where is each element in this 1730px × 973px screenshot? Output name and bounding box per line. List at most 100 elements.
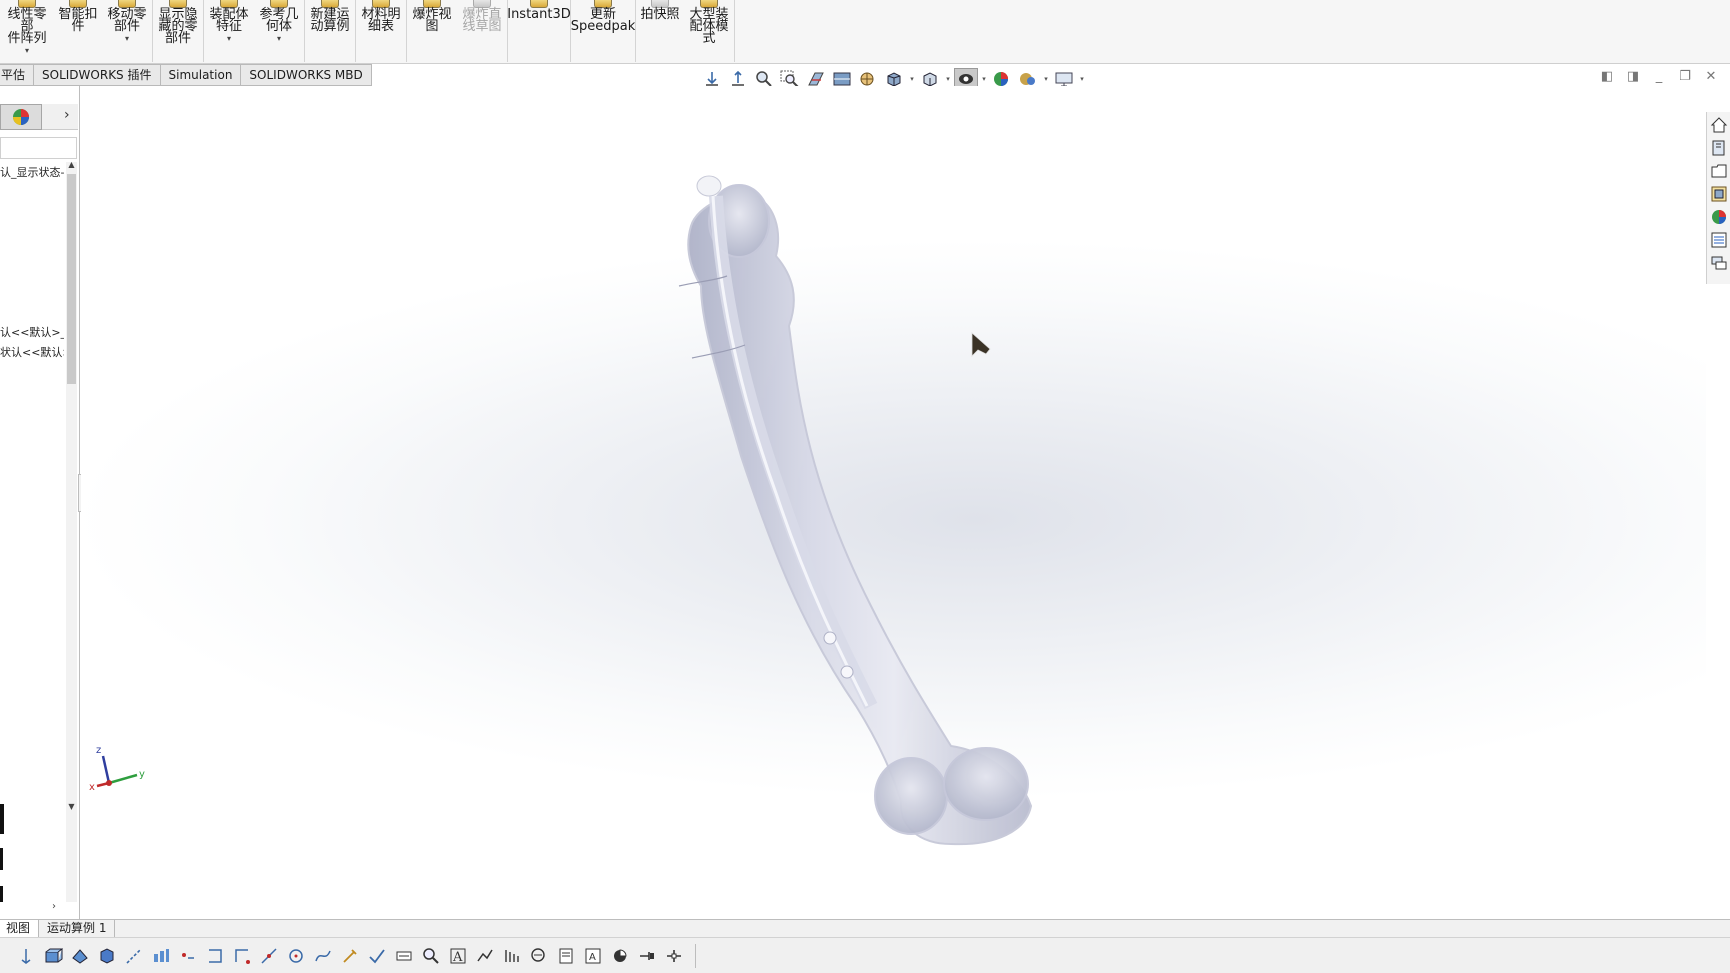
instant3d-button[interactable]: Instant3D <box>507 0 571 62</box>
view-settings-caret[interactable]: ▾ <box>1078 75 1086 83</box>
measure-tool-icon[interactable] <box>527 944 551 968</box>
tab-model-view[interactable]: 视图 <box>0 920 40 937</box>
bill-of-materials-button[interactable]: 材料明 细表 <box>356 0 406 62</box>
panel-edge-mark <box>0 886 3 902</box>
bottom-tabs: 视图 运动算例 1 <box>0 919 1730 937</box>
explode-line-sketch-button[interactable]: 爆炸直 线草图 <box>457 0 507 62</box>
hide-show-caret[interactable]: ▾ <box>944 75 952 83</box>
tab-simulation[interactable]: Simulation <box>160 64 242 86</box>
axis-y-label: y <box>139 769 145 780</box>
boss-extrude-icon[interactable] <box>41 944 65 968</box>
display-state-item[interactable]: 认_显示状态- <box>0 164 64 180</box>
command-manager-tabs: 平估 SOLIDWORKS 插件 Simulation SOLIDWORKS M… <box>0 64 372 86</box>
point-tool-icon[interactable] <box>176 944 200 968</box>
axis-x-label: x <box>89 782 95 793</box>
tab-motion-study-1[interactable]: 运动算例 1 <box>39 920 116 937</box>
curve-tool-icon[interactable] <box>473 944 497 968</box>
panel-tab-bar: › <box>0 104 78 130</box>
scroll-up-icon[interactable]: ▲ <box>66 160 77 169</box>
restore-button[interactable]: ❐ <box>1678 70 1692 84</box>
bottom-sketch-toolbar: A A <box>0 937 1730 973</box>
design-library-icon[interactable] <box>1710 139 1728 157</box>
sketch-line-icon[interactable] <box>122 944 146 968</box>
axis-z-label: z <box>96 745 101 756</box>
panel-edge-mark <box>0 848 3 870</box>
new-motion-study-button[interactable]: 新建运 动算例 <box>305 0 355 62</box>
reference-geometry-button[interactable]: 参考几 何体 ▾ <box>254 0 304 62</box>
circle-tool-icon[interactable] <box>284 944 308 968</box>
panel-tabs-next-icon[interactable]: › <box>64 107 70 123</box>
move-component-caret[interactable]: ▾ <box>125 34 129 43</box>
appearance-caret[interactable]: ▾ <box>980 75 988 83</box>
config-item-1[interactable]: 认<<默认>_ <box>0 324 64 340</box>
section-tool-icon[interactable] <box>554 944 578 968</box>
close-button[interactable]: ✕ <box>1704 70 1718 84</box>
exploded-view-button[interactable]: 爆炸视 图 <box>407 0 457 62</box>
solid-body-icon[interactable] <box>95 944 119 968</box>
femur-shaft[interactable] <box>687 193 1033 846</box>
note-tool-icon[interactable]: A <box>446 944 470 968</box>
rectangle-tool-icon[interactable] <box>203 944 227 968</box>
reference-axis-icon[interactable] <box>662 944 686 968</box>
centerline-icon[interactable] <box>257 944 281 968</box>
tab-evaluate[interactable]: 平估 <box>0 64 35 86</box>
graphics-area[interactable]: z y x <box>81 86 1706 919</box>
move-component-button[interactable]: 移动零 部件 ▾ <box>102 0 152 62</box>
display-style-caret[interactable]: ▾ <box>908 75 916 83</box>
reference-geometry-caret[interactable]: ▾ <box>277 34 281 43</box>
linear-pattern-caret[interactable]: ▾ <box>25 46 29 55</box>
appearances-scenes-icon[interactable] <box>1710 208 1728 226</box>
reference-plane-icon[interactable] <box>635 944 659 968</box>
custom-properties-icon[interactable] <box>1710 231 1728 249</box>
display-manager-tab[interactable] <box>0 104 42 130</box>
scroll-right-icon[interactable]: › <box>52 901 56 912</box>
hatch-tool-icon[interactable] <box>500 944 524 968</box>
config-item-2[interactable]: 状认<<默认> <box>0 344 64 360</box>
linear-component-pattern-button[interactable]: 线性零部 件阵列 ▾ <box>0 0 54 62</box>
file-explorer-icon[interactable] <box>1710 162 1728 180</box>
revolve-icon[interactable] <box>68 944 92 968</box>
take-snapshot-button[interactable]: 拍快照 <box>636 0 684 62</box>
tile-right-icon[interactable]: ◨ <box>1626 70 1640 84</box>
home-icon[interactable] <box>1710 116 1728 134</box>
zoom-tool-icon[interactable] <box>419 944 443 968</box>
assembly-features-button[interactable]: 装配体 特征 ▾ <box>204 0 254 62</box>
tree-vertical-scrollbar[interactable]: ▲ ▼ <box>66 160 77 902</box>
minimize-button[interactable]: _ <box>1652 70 1666 84</box>
appearance-tool-icon[interactable] <box>608 944 632 968</box>
annotation-tool-icon[interactable]: A <box>581 944 605 968</box>
reference-triad: z y x <box>89 745 145 793</box>
view-palette-pane-icon[interactable] <box>1710 185 1728 203</box>
linear-pattern-tool-icon[interactable] <box>149 944 173 968</box>
cursor-select-icon[interactable] <box>14 944 38 968</box>
tab-solidworks-mbd[interactable]: SOLIDWORKS MBD <box>241 64 372 86</box>
corner-rectangle-icon[interactable] <box>230 944 254 968</box>
tree-filter-input[interactable] <box>0 137 77 159</box>
femur-model[interactable]: z y x <box>81 86 1706 919</box>
document-window-controls: ◧ ◨ _ ❐ ✕ <box>1600 70 1718 84</box>
locking-screw-hole[interactable] <box>823 631 837 645</box>
forum-icon[interactable] <box>1710 254 1728 272</box>
tile-left-icon[interactable]: ◧ <box>1600 70 1614 84</box>
show-hidden-components-button[interactable]: 显示隐 藏的零 部件 <box>153 0 203 62</box>
assembly-features-caret[interactable]: ▾ <box>227 34 231 43</box>
locking-screw-hole[interactable] <box>840 665 854 679</box>
dimension-box-icon[interactable] <box>392 944 416 968</box>
smart-dimension-icon[interactable] <box>338 944 362 968</box>
spline-tool-icon[interactable] <box>311 944 335 968</box>
command-manager-ribbon: 线性零部 件阵列 ▾ 智能扣 件 移动零 部件 ▾ 显示隐 藏的零 部件 装配体… <box>0 0 1730 64</box>
ribbon-separator <box>734 0 735 62</box>
check-sketch-icon[interactable] <box>365 944 389 968</box>
nail-cap[interactable] <box>696 175 722 197</box>
distal-condyle-medial[interactable] <box>874 757 948 835</box>
update-speedpak-button[interactable]: 更新 Speedpak <box>571 0 635 62</box>
large-assembly-mode-button[interactable]: 大型装 配体模 式 <box>684 0 734 62</box>
scrollbar-thumb[interactable] <box>67 174 76 384</box>
task-pane-tabs <box>1706 112 1730 284</box>
scroll-down-icon[interactable]: ▼ <box>66 802 77 811</box>
tab-solidworks-addins[interactable]: SOLIDWORKS 插件 <box>34 64 161 86</box>
distal-condyle-lateral[interactable] <box>943 747 1029 821</box>
toolbar-separator <box>695 943 696 968</box>
scene-caret[interactable]: ▾ <box>1042 75 1050 83</box>
smart-fasteners-button[interactable]: 智能扣 件 <box>54 0 102 62</box>
